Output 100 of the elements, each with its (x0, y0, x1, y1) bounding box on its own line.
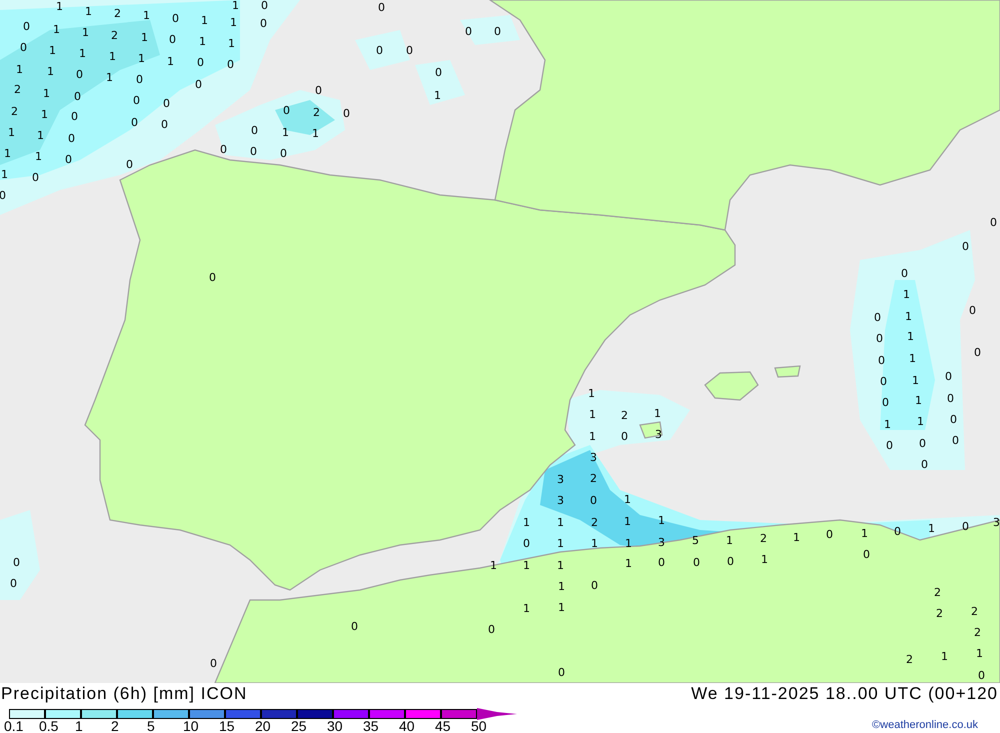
precipitation-value: 0 (969, 305, 976, 317)
precipitation-value: 0 (163, 98, 170, 110)
legend-tick-label: 1 (75, 718, 83, 733)
precipitation-value: 0 (978, 670, 985, 682)
precipitation-value: 0 (962, 241, 969, 253)
precipitation-value: 3 (557, 474, 564, 486)
precipitation-value: 2 (906, 654, 913, 666)
precipitation-value: 1 (976, 648, 983, 660)
precipitation-value: 0 (195, 79, 202, 91)
precipitation-value: 0 (227, 59, 234, 71)
precipitation-value: 1 (861, 528, 868, 540)
precipitation-value: 1 (624, 516, 631, 528)
legend-tick-label: 0.5 (39, 718, 58, 733)
credit-link[interactable]: ©weatheronline.co.uk (872, 717, 978, 733)
precipitation-value: 0 (876, 333, 883, 345)
precipitation-value: 1 (47, 66, 54, 78)
precipitation-value: 0 (71, 111, 78, 123)
precipitation-value: 0 (169, 34, 176, 46)
precipitation-value: 1 (589, 409, 596, 421)
precipitation-value: 3 (590, 452, 597, 464)
precipitation-value: 0 (251, 125, 258, 137)
legend-tick-label: 10 (183, 718, 199, 733)
precipitation-value: 0 (882, 397, 889, 409)
precipitation-value: 0 (280, 148, 287, 160)
precipitation-value: 2 (971, 606, 978, 618)
precipitation-value: 1 (928, 523, 935, 535)
precipitation-value: 0 (952, 435, 959, 447)
legend-tick-label: 45 (435, 718, 451, 733)
precipitation-value: 1 (143, 10, 150, 22)
precipitation-value: 1 (624, 494, 631, 506)
precipitation-value: 0 (13, 557, 20, 569)
precipitation-value: 0 (826, 529, 833, 541)
precipitation-value: 0 (901, 268, 908, 280)
legend-tick-label: 40 (399, 718, 415, 733)
precipitation-value: 0 (727, 556, 734, 568)
precipitation-value: 0 (658, 557, 665, 569)
precipitation-value: 1 (43, 88, 50, 100)
precipitation-value: 0 (283, 105, 290, 117)
precipitation-value: 0 (945, 371, 952, 383)
precipitation-value: 1 (523, 560, 530, 572)
precipitation-value: 0 (494, 26, 501, 38)
precipitation-value: 1 (4, 148, 11, 160)
precipitation-value: 1 (282, 127, 289, 139)
precipitation-value: 0 (172, 13, 179, 25)
precipitation-value: 0 (990, 217, 997, 229)
legend-tick-label: 5 (147, 718, 155, 733)
precipitation-value: 2 (11, 106, 18, 118)
map-title: Precipitation (6h) [mm] ICON (1, 683, 248, 705)
precipitation-value: 0 (880, 376, 887, 388)
precipitation-value: 0 (0, 190, 6, 202)
precipitation-value: 0 (919, 438, 926, 450)
precipitation-value: 0 (133, 95, 140, 107)
precipitation-value: 0 (260, 18, 267, 30)
precipitation-value: 2 (934, 587, 941, 599)
precipitation-value: 0 (435, 67, 442, 79)
precipitation-value: 1 (941, 651, 948, 663)
precipitation-value: 1 (625, 538, 632, 550)
precipitation-value: 1 (35, 151, 42, 163)
precipitation-value: 2 (111, 30, 118, 42)
precipitation-value: 1 (434, 90, 441, 102)
precipitation-value: 2 (936, 608, 943, 620)
precipitation-value: 2 (114, 8, 121, 20)
precipitation-value: 0 (209, 272, 216, 284)
precipitation-value: 0 (74, 91, 81, 103)
precipitation-value: 0 (886, 440, 893, 452)
precipitation-value: 1 (625, 558, 632, 570)
precipitation-value: 1 (558, 602, 565, 614)
precipitation-value: 1 (37, 130, 44, 142)
precipitation-value: 1 (56, 1, 63, 13)
precipitation-value: 0 (621, 431, 628, 443)
precipitation-value: 0 (874, 312, 881, 324)
precipitation-value: 1 (917, 416, 924, 428)
precipitation-value: 0 (126, 159, 133, 171)
precipitation-value: 1 (49, 45, 56, 57)
legend-tick-label: 25 (291, 718, 307, 733)
precipitation-value: 3 (557, 495, 564, 507)
precipitation-value: 1 (654, 408, 661, 420)
precipitation-value: 1 (490, 560, 497, 572)
precipitation-value: 0 (76, 69, 83, 81)
precipitation-value: 1 (312, 128, 319, 140)
precipitation-value: 0 (343, 108, 350, 120)
precipitation-value: 0 (693, 557, 700, 569)
precipitation-value: 2 (590, 473, 597, 485)
precipitation-value: 1 (16, 64, 23, 76)
precipitation-value: 2 (621, 410, 628, 422)
precipitation-value: 1 (228, 38, 235, 50)
precipitation-value: 0 (315, 85, 322, 97)
legend-tick-label: 35 (363, 718, 379, 733)
precipitation-value: 1 (761, 554, 768, 566)
precipitation-value: 1 (53, 24, 60, 36)
precipitation-value: 0 (378, 2, 385, 14)
precipitation-value: 0 (590, 495, 597, 507)
precipitation-value: 0 (591, 580, 598, 592)
legend-tick-label: 15 (219, 718, 235, 733)
precipitation-value: 2 (313, 107, 320, 119)
precipitation-value: 1 (557, 560, 564, 572)
precipitation-value: 0 (68, 133, 75, 145)
precipitation-value: 0 (488, 624, 495, 636)
precipitation-value: 2 (14, 84, 21, 96)
precipitation-value: 0 (974, 347, 981, 359)
